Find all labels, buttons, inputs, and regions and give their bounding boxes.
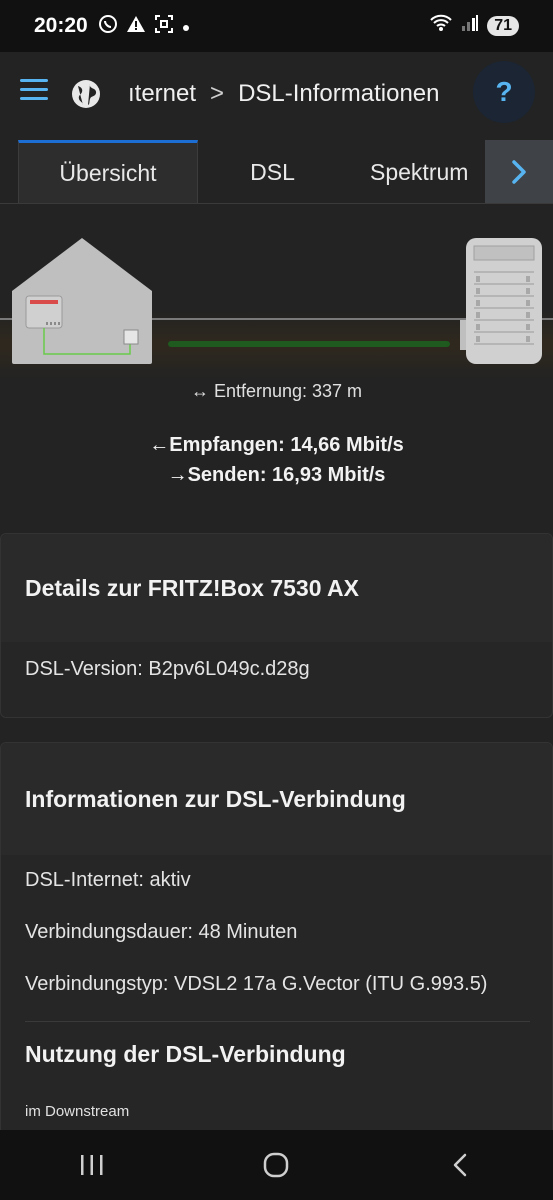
distance-label: ↔ Entfernung: 337 m — [190, 381, 363, 401]
tab-spektrum[interactable]: Spektrum — [370, 140, 495, 203]
house-icon — [12, 238, 152, 364]
recent-apps-icon[interactable] — [62, 1145, 122, 1185]
system-nav-bar — [0, 1130, 553, 1200]
home-icon[interactable] — [246, 1145, 306, 1185]
dsl-internet-status: DSL-Internet: aktiv — [25, 869, 191, 891]
send-rate: →Senden: 16,93 Mbit/s — [167, 464, 386, 486]
connection-card: Informationen zur DSL-Verbindung DSL-Int… — [0, 742, 553, 1142]
rates-block: ←Empfangen: 14,66 Mbit/s →Senden: 16,93 … — [0, 430, 553, 490]
whatsapp-icon — [98, 14, 118, 39]
status-bar: 20:20 71 — [0, 0, 553, 52]
warning-icon — [126, 14, 146, 39]
card-divider — [25, 1021, 530, 1022]
signal-icon — [461, 14, 479, 38]
downstream-label: im Downstream — [25, 1103, 130, 1120]
tab-uebersicht[interactable]: Übersicht — [18, 140, 198, 203]
usage-title: Nutzung der DSL-Verbindung — [25, 1041, 346, 1067]
tab-bar: Übersicht DSL Spektrum — [0, 140, 553, 204]
help-button[interactable]: ? — [473, 61, 535, 123]
back-icon[interactable] — [431, 1145, 491, 1185]
connection-duration: Verbindungsdauer: 48 Minuten — [25, 921, 298, 943]
app-header: ıternet > DSL-Informationen ? — [0, 52, 553, 140]
menu-icon[interactable] — [20, 79, 48, 101]
receive-rate: ←Empfangen: 14,66 Mbit/s — [149, 434, 404, 456]
breadcrumb-current: DSL-Informationen — [238, 80, 440, 107]
dsl-line — [168, 341, 450, 347]
connection-diagram — [0, 210, 553, 410]
breadcrumb-parent[interactable]: ıternet — [128, 80, 196, 107]
connection-type: Verbindungstyp: VDSL2 17a G.Vector (ITU … — [25, 973, 488, 995]
globe-icon[interactable] — [70, 78, 102, 115]
status-time: 20:20 — [34, 14, 88, 37]
screenshot-icon — [154, 14, 174, 39]
dot-icon — [182, 16, 190, 37]
wifi-icon — [429, 13, 453, 39]
details-card: Details zur FRITZ!Box 7530 AX DSL-Versio… — [0, 533, 553, 718]
battery-icon: 71 — [487, 16, 519, 36]
breadcrumb: ıternet > DSL-Informationen — [128, 80, 440, 108]
dsl-version: DSL-Version: B2pv6L049c.d28g — [25, 658, 310, 680]
details-card-title: Details zur FRITZ!Box 7530 AX — [1, 534, 552, 642]
battery-level: 71 — [494, 17, 512, 34]
tabs-next-icon[interactable] — [485, 140, 553, 203]
connection-card-title: Informationen zur DSL-Verbindung — [1, 743, 552, 855]
tab-dsl[interactable]: DSL — [220, 140, 325, 203]
breadcrumb-separator: > — [210, 80, 225, 107]
street-cabinet-icon — [460, 238, 542, 364]
